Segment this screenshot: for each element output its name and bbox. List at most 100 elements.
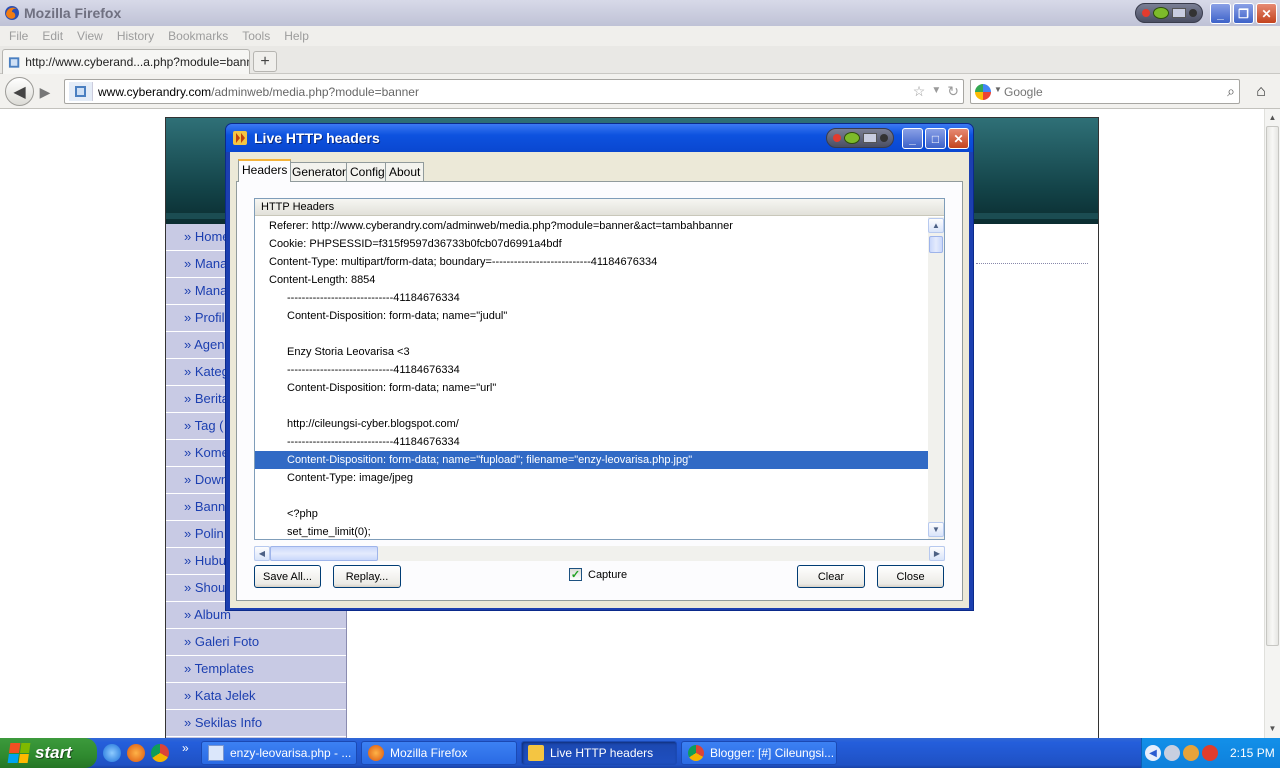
dialog-nvidia-widget[interactable] bbox=[826, 128, 894, 148]
url-text[interactable]: www.cyberandry.com/adminweb/media.php?mo… bbox=[98, 85, 419, 99]
dialog-maximize-button[interactable]: □ bbox=[925, 128, 946, 149]
capture-checkbox-group[interactable]: ✓ Capture bbox=[569, 568, 627, 581]
header-row[interactable] bbox=[255, 397, 928, 415]
tab-about[interactable]: About bbox=[385, 162, 425, 181]
window-icon bbox=[1171, 8, 1186, 18]
header-row[interactable]: Content-Disposition: form-data; name="ur… bbox=[255, 379, 928, 397]
new-tab-button[interactable]: + bbox=[253, 51, 277, 72]
headers-scroll-thumb[interactable] bbox=[929, 236, 943, 253]
capture-checkbox[interactable]: ✓ bbox=[569, 568, 582, 581]
navigation-toolbar: ◀ ▶ www.cyberandry.com/adminweb/media.ph… bbox=[0, 74, 1280, 109]
header-row[interactable]: <?php bbox=[255, 505, 928, 523]
menu-file[interactable]: File bbox=[9, 29, 28, 43]
close-window-button[interactable]: ✕ bbox=[1256, 3, 1277, 24]
google-icon[interactable] bbox=[975, 84, 991, 100]
menu-history[interactable]: History bbox=[117, 29, 154, 43]
clear-button[interactable]: Clear bbox=[797, 565, 865, 588]
url-bar[interactable]: www.cyberandry.com/adminweb/media.php?mo… bbox=[64, 79, 964, 104]
header-row[interactable]: -----------------------------41184676334 bbox=[255, 289, 928, 307]
task-button-editor[interactable]: enzy-leovarisa.php - ... bbox=[201, 741, 357, 765]
dialog-title-bar[interactable]: Live HTTP headers _ □ ✕ bbox=[226, 124, 973, 152]
tab-headers[interactable]: Headers bbox=[238, 159, 292, 182]
forward-button[interactable]: ▶ bbox=[35, 82, 55, 102]
save-all-button[interactable]: Save All... bbox=[254, 565, 321, 588]
users-icon[interactable] bbox=[1183, 745, 1199, 761]
scroll-up-icon[interactable]: ▲ bbox=[1265, 110, 1280, 125]
capture-label: Capture bbox=[588, 568, 628, 581]
restore-button[interactable]: ❐ bbox=[1233, 3, 1254, 24]
header-row[interactable]: -----------------------------41184676334 bbox=[255, 433, 928, 451]
start-label: start bbox=[35, 743, 72, 762]
header-row[interactable]: Referer: http://www.cyberandry.com/admin… bbox=[255, 217, 928, 235]
engine-dropdown-icon[interactable]: ▼ bbox=[994, 85, 1002, 94]
scroll-right-icon[interactable]: ▶ bbox=[929, 546, 945, 561]
header-row[interactable] bbox=[255, 487, 928, 505]
reload-icon[interactable]: ↻ bbox=[947, 83, 959, 100]
headers-hscroll-thumb[interactable] bbox=[270, 546, 378, 561]
nvidia-eye-icon bbox=[1152, 7, 1169, 19]
menu-help[interactable]: Help bbox=[284, 29, 309, 43]
scroll-left-icon[interactable]: ◀ bbox=[254, 546, 270, 561]
back-button[interactable]: ◀ bbox=[5, 77, 34, 106]
task-button-firefox[interactable]: Mozilla Firefox bbox=[361, 741, 517, 765]
tab-config[interactable]: Config bbox=[346, 162, 389, 181]
search-input[interactable] bbox=[1004, 83, 1204, 100]
header-row[interactable]: http://cileungsi-cyber.blogspot.com/ bbox=[255, 415, 928, 433]
task-button-live-http-headers[interactable]: Live HTTP headers bbox=[521, 741, 677, 765]
sidebar-item-bad-words[interactable]: » Kata Jelek bbox=[166, 683, 346, 710]
header-row-selected[interactable]: Content-Disposition: form-data; name="fu… bbox=[255, 451, 928, 469]
site-identity-button[interactable] bbox=[69, 82, 93, 101]
header-row[interactable]: Enzy Storia Leovarisa <3 bbox=[255, 343, 928, 361]
http-headers-list[interactable]: HTTP Headers Referer: http://www.cyberan… bbox=[254, 198, 945, 540]
show-hidden-icons-icon[interactable]: ◀ bbox=[1145, 745, 1161, 761]
headers-horizontal-scrollbar[interactable]: ◀ ▶ bbox=[254, 546, 945, 561]
url-path: /adminweb/media.php?module=banner bbox=[211, 85, 419, 99]
clock[interactable]: 2:15 PM bbox=[1230, 746, 1275, 760]
menu-bookmarks[interactable]: Bookmarks bbox=[168, 29, 228, 43]
home-button[interactable]: ⌂ bbox=[1247, 79, 1275, 104]
magnifier-icon[interactable]: ⌕ bbox=[1227, 83, 1235, 100]
headers-vertical-scrollbar[interactable]: ▲ ▼ bbox=[928, 217, 944, 539]
start-button[interactable]: start bbox=[0, 738, 97, 768]
page-scroll-thumb[interactable] bbox=[1266, 126, 1279, 646]
close-button[interactable]: Close bbox=[877, 565, 944, 588]
menu-tools[interactable]: Tools bbox=[242, 29, 270, 43]
header-row[interactable]: -----------------------------41184676334 bbox=[255, 361, 928, 379]
menu-view[interactable]: View bbox=[77, 29, 103, 43]
header-row[interactable] bbox=[255, 325, 928, 343]
search-bar[interactable]: ▼ ⌕ bbox=[970, 79, 1240, 104]
header-row[interactable]: Content-Type: multipart/form-data; bound… bbox=[255, 253, 928, 271]
internet-explorer-icon[interactable] bbox=[103, 744, 121, 762]
network-icon[interactable] bbox=[1164, 745, 1180, 761]
star-icon[interactable]: ☆ bbox=[913, 83, 926, 100]
sidebar-item-quick-info[interactable]: » Sekilas Info bbox=[166, 710, 346, 737]
tab-generator[interactable]: Generator bbox=[288, 162, 351, 181]
minimize-button[interactable]: _ bbox=[1210, 3, 1231, 24]
scroll-up-icon[interactable]: ▲ bbox=[928, 218, 944, 233]
security-icon[interactable] bbox=[1202, 745, 1218, 761]
dot-icon bbox=[1188, 9, 1197, 17]
quick-launch-chevron-icon[interactable]: » bbox=[182, 741, 189, 755]
task-button-blogger[interactable]: Blogger: [#] Cileungsi... bbox=[681, 741, 837, 765]
http-headers-column-header[interactable]: HTTP Headers bbox=[255, 199, 944, 216]
header-row[interactable]: Cookie: PHPSESSID=f315f9597d36733b0fcb07… bbox=[255, 235, 928, 253]
firefox-icon[interactable] bbox=[127, 744, 145, 762]
header-row[interactable]: Content-Disposition: form-data; name="ju… bbox=[255, 307, 928, 325]
history-dropdown-icon[interactable]: ▼ bbox=[931, 83, 941, 100]
dialog-minimize-button[interactable]: _ bbox=[902, 128, 923, 149]
document-icon bbox=[208, 745, 224, 761]
chrome-icon[interactable] bbox=[151, 744, 169, 762]
scroll-down-icon[interactable]: ▼ bbox=[928, 522, 944, 537]
header-row[interactable]: Content-Length: 8854 bbox=[255, 271, 928, 289]
header-row[interactable]: set_time_limit(0); bbox=[255, 523, 928, 539]
sidebar-item-templates[interactable]: » Templates bbox=[166, 656, 346, 683]
sidebar-item-gallery[interactable]: » Galeri Foto bbox=[166, 629, 346, 656]
nvidia-tray-widget[interactable] bbox=[1135, 3, 1203, 23]
header-row[interactable]: Content-Type: image/jpeg bbox=[255, 469, 928, 487]
dialog-close-button[interactable]: ✕ bbox=[948, 128, 969, 149]
page-scrollbar[interactable]: ▲ ▼ bbox=[1264, 109, 1280, 738]
browser-tab[interactable]: http://www.cyberand...a.php?module=banne… bbox=[2, 49, 250, 74]
replay-button[interactable]: Replay... bbox=[333, 565, 401, 588]
scroll-down-icon[interactable]: ▼ bbox=[1265, 721, 1280, 736]
menu-edit[interactable]: Edit bbox=[42, 29, 63, 43]
